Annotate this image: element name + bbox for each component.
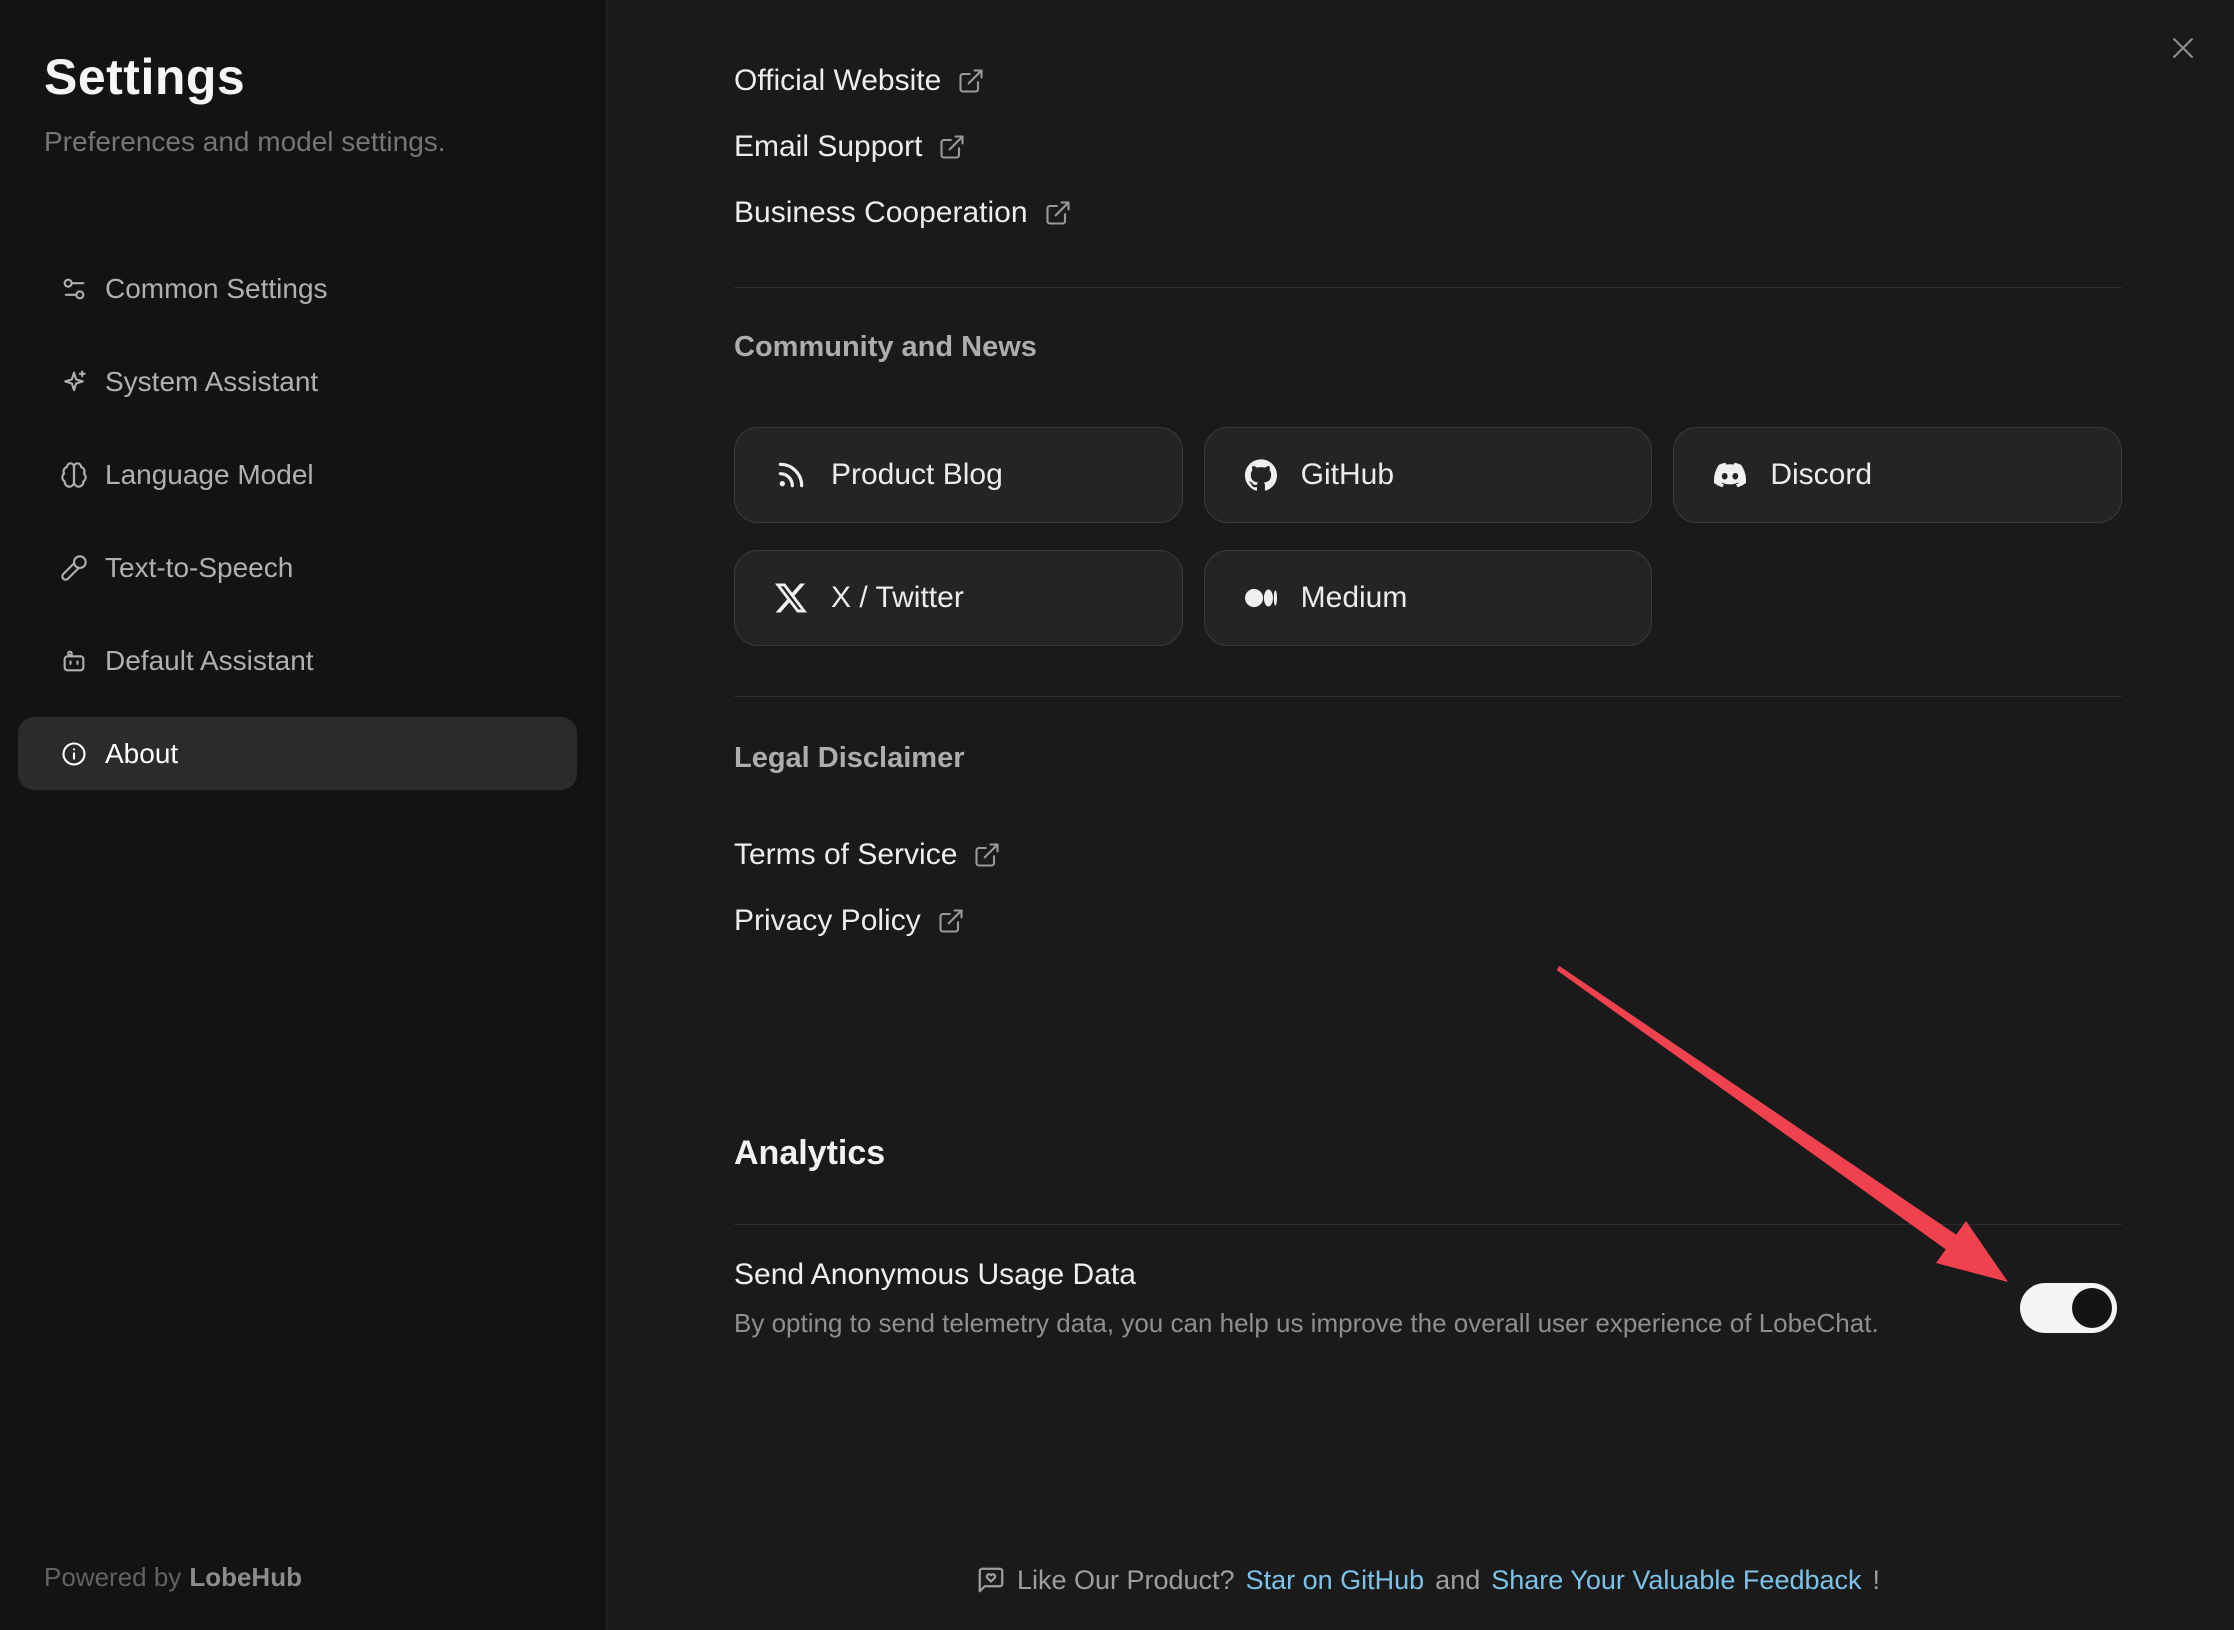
sidebar-item-label: Language Model [105, 459, 314, 491]
community-button-product-blog[interactable]: Product Blog [734, 427, 1183, 523]
external-link-icon [1044, 199, 1072, 227]
medium-icon [1245, 582, 1277, 614]
link-share-feedback[interactable]: Share Your Valuable Feedback [1491, 1565, 1861, 1596]
toggle-knob [2072, 1288, 2112, 1328]
community-heading: Community and News [734, 331, 2122, 364]
sidebar-item-label: About [105, 738, 178, 770]
community-button-discord[interactable]: Discord [1673, 427, 2122, 523]
link-label[interactable]: Terms of Service [734, 838, 957, 872]
external-link-icon [973, 841, 1001, 869]
sidebar-item-label: Default Assistant [105, 645, 314, 677]
page-subtitle: Preferences and model settings. [44, 126, 446, 158]
link-business-cooperation[interactable]: Business Cooperation [734, 180, 2122, 246]
discord-icon [1714, 459, 1746, 491]
link-label[interactable]: Business Cooperation [734, 196, 1028, 230]
sidebar-item-about[interactable]: About [18, 717, 577, 790]
rss-icon [775, 459, 807, 491]
powered-by-text: Powered by [44, 1562, 181, 1592]
github-icon [1245, 459, 1277, 491]
brain-icon [60, 461, 88, 489]
link-label[interactable]: Email Support [734, 130, 922, 164]
info-icon [60, 740, 88, 768]
link-star-on-github[interactable]: Star on GitHub [1246, 1565, 1425, 1596]
sidebar-item-common-settings[interactable]: Common Settings [18, 252, 577, 325]
link-terms-of-service[interactable]: Terms of Service [734, 822, 2122, 888]
button-label: Product Blog [831, 458, 1003, 492]
x-twitter-icon [775, 582, 807, 614]
usage-data-label: Send Anonymous Usage Data [734, 1258, 2122, 1292]
external-link-icon [938, 133, 966, 161]
feedback-bubble-icon [976, 1565, 1006, 1595]
powered-by: Powered by LobeHub [44, 1562, 302, 1593]
settings-sidebar: Settings Preferences and model settings.… [0, 0, 607, 1630]
external-link-icon [957, 67, 985, 95]
sidebar-item-language-model[interactable]: Language Model [18, 438, 577, 511]
close-icon[interactable] [2161, 26, 2205, 70]
link-email-support[interactable]: Email Support [734, 114, 2122, 180]
contact-us-heading: Contact Us [734, 0, 2122, 6]
page-footer: Like Our Product? Star on GitHub and Sha… [734, 1558, 2122, 1602]
legal-links: Terms of Service Privacy Policy [734, 822, 2122, 954]
sidebar-nav: Common Settings System Assistant Languag… [18, 252, 589, 810]
about-panel: Contact Us Official Website Email Suppor… [607, 0, 2234, 1630]
button-label: Discord [1770, 458, 1872, 492]
sidebar-item-label: Common Settings [105, 273, 328, 305]
analytics-heading: Analytics [734, 1134, 2122, 1173]
contact-links: Official Website Email Support Business … [734, 48, 2122, 246]
page-title: Settings [44, 48, 245, 106]
sliders-icon [60, 275, 88, 303]
usage-data-toggle[interactable] [2020, 1283, 2117, 1333]
brand-logo[interactable]: LobeHub [189, 1562, 302, 1592]
divider [734, 696, 2122, 697]
bot-icon [60, 647, 88, 675]
link-label[interactable]: Privacy Policy [734, 904, 921, 938]
footer-text: ! [1873, 1565, 1881, 1596]
external-link-icon [937, 907, 965, 935]
divider [734, 287, 2122, 288]
footer-text: Like Our Product? [1017, 1565, 1235, 1596]
community-buttons: Product Blog GitHub Discord X / Twitter … [734, 427, 2122, 646]
legal-heading: Legal Disclaimer [734, 742, 2122, 775]
button-label: Medium [1301, 581, 1408, 615]
link-official-website[interactable]: Official Website [734, 48, 2122, 114]
footer-text: and [1435, 1565, 1480, 1596]
button-label: GitHub [1301, 458, 1394, 492]
community-button-medium[interactable]: Medium [1204, 550, 1653, 646]
button-label: X / Twitter [831, 581, 964, 615]
microphone-icon [60, 554, 88, 582]
sidebar-item-default-assistant[interactable]: Default Assistant [18, 624, 577, 697]
sidebar-item-label: System Assistant [105, 366, 318, 398]
sparkles-icon [60, 368, 88, 396]
community-button-github[interactable]: GitHub [1204, 427, 1653, 523]
divider [734, 1224, 2122, 1225]
sidebar-item-system-assistant[interactable]: System Assistant [18, 345, 577, 418]
sidebar-item-label: Text-to-Speech [105, 552, 293, 584]
link-label[interactable]: Official Website [734, 64, 941, 98]
link-privacy-policy[interactable]: Privacy Policy [734, 888, 2122, 954]
community-button-x-twitter[interactable]: X / Twitter [734, 550, 1183, 646]
sidebar-item-text-to-speech[interactable]: Text-to-Speech [18, 531, 577, 604]
usage-data-description: By opting to send telemetry data, you ca… [734, 1308, 2122, 1339]
